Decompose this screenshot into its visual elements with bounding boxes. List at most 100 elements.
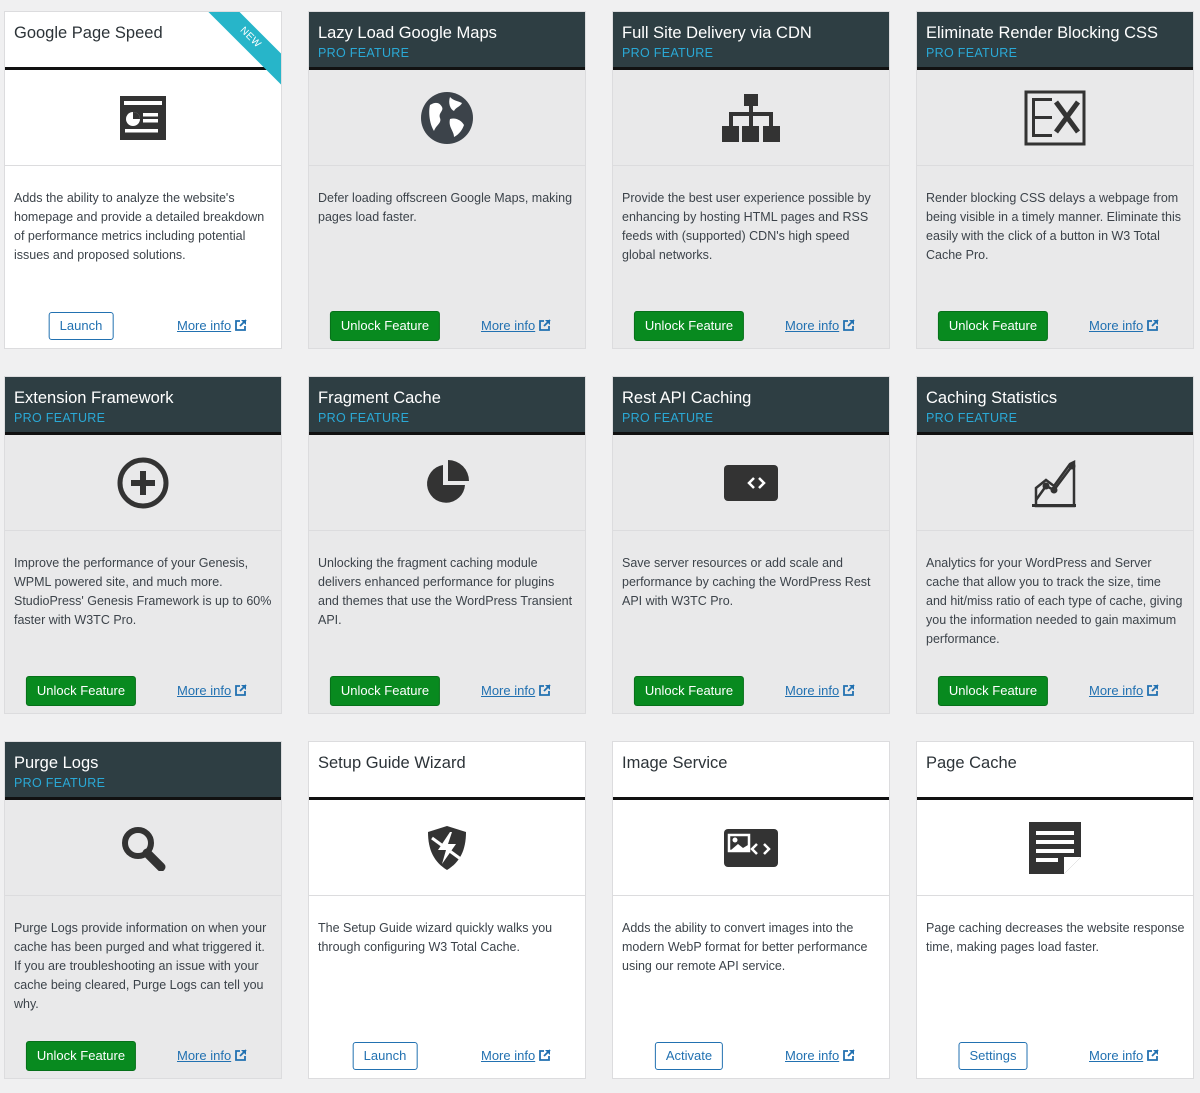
search-icon <box>120 825 166 871</box>
more-info-link[interactable]: More info <box>1089 1048 1159 1063</box>
image-code-icon <box>724 828 778 867</box>
extension-card-image-service: Image Service Adds the ability to convert… <box>612 741 890 1079</box>
more-info-label: More info <box>1089 318 1144 333</box>
card-title: Caching Statistics <box>926 389 1058 407</box>
more-info-link[interactable]: More info <box>481 1048 551 1063</box>
unlock-feature-button[interactable]: Unlock Feature <box>329 676 441 706</box>
pie-chart-icon <box>423 459 471 507</box>
unlock-feature-button[interactable]: Unlock Feature <box>25 676 137 706</box>
unlock-feature-button[interactable]: Unlock Feature <box>937 676 1049 706</box>
card-icon-area <box>613 435 889 531</box>
shield-icon <box>424 824 470 872</box>
card-header: Page Cache <box>917 742 1193 800</box>
card-icon-area <box>613 70 889 166</box>
external-link-icon <box>839 1048 855 1063</box>
more-info-link[interactable]: More info <box>177 1048 247 1063</box>
external-link-icon <box>231 1048 247 1063</box>
card-header: Rest API Caching PRO FEATURE <box>613 377 889 435</box>
more-info-link[interactable]: More info <box>785 318 855 333</box>
more-info-link[interactable]: More info <box>785 683 855 698</box>
network-icon <box>722 93 780 142</box>
card-icon-area <box>309 800 585 896</box>
card-description: The Setup Guide wizard quickly walks you… <box>318 921 553 954</box>
card-icon-area <box>613 800 889 896</box>
card-header: Eliminate Render Blocking CSS PRO FEATURE <box>917 12 1193 70</box>
card-description: Save server resources or add scale and p… <box>622 556 871 608</box>
card-description: Adds the ability to analyze the website'… <box>14 191 265 262</box>
card-title: Fragment Cache <box>318 389 441 407</box>
more-info-link[interactable]: More info <box>481 683 551 698</box>
more-info-link[interactable]: More info <box>481 318 551 333</box>
card-title: Image Service <box>622 754 728 772</box>
pro-feature-label: PRO FEATURE <box>926 46 1018 60</box>
pro-feature-label: PRO FEATURE <box>14 411 106 425</box>
more-info-label: More info <box>177 1048 232 1063</box>
card-title: Full Site Delivery via CDN <box>622 24 812 42</box>
more-info-link[interactable]: More info <box>177 318 247 333</box>
unlock-feature-button[interactable]: Unlock Feature <box>25 1041 137 1071</box>
new-badge-label: NEW <box>205 12 281 85</box>
card-header: Purge Logs PRO FEATURE <box>5 742 281 800</box>
launch-button[interactable]: Launch <box>352 1042 418 1070</box>
card-title: Lazy Load Google Maps <box>318 24 497 42</box>
card-header: Full Site Delivery via CDN PRO FEATURE <box>613 12 889 70</box>
more-info-label: More info <box>481 683 536 698</box>
card-icon-area <box>309 70 585 166</box>
card-icon-area <box>5 435 281 531</box>
more-info-link[interactable]: More info <box>177 683 247 698</box>
extension-card-fragment-cache: Fragment Cache PRO FEATURE Unlocking the f… <box>308 376 586 714</box>
more-info-label: More info <box>177 318 232 333</box>
card-title: Eliminate Render Blocking CSS <box>926 24 1159 42</box>
card-header: Extension Framework PRO FEATURE <box>5 377 281 435</box>
card-title: Page Cache <box>926 754 1017 772</box>
card-actions: Unlock Feature More info <box>309 310 585 342</box>
external-link-icon <box>535 683 551 698</box>
card-description: Improve the performance of your Genesis,… <box>14 556 272 627</box>
more-info-link[interactable]: More info <box>1089 318 1159 333</box>
card-icon-area <box>5 800 281 896</box>
page-speed-icon <box>119 94 167 142</box>
card-icon-area <box>917 70 1193 166</box>
more-info-link[interactable]: More info <box>1089 683 1159 698</box>
card-description: Defer loading offscreen Google Maps, mak… <box>318 191 573 224</box>
more-info-label: More info <box>1089 1048 1144 1063</box>
card-description: Page caching decreases the website respo… <box>926 921 1185 954</box>
card-icon-area <box>309 435 585 531</box>
unlock-feature-button[interactable]: Unlock Feature <box>633 311 745 341</box>
card-header: Image Service <box>613 742 889 800</box>
render-blocking-icon <box>1024 90 1086 146</box>
card-icon-area <box>917 800 1193 896</box>
card-description: Adds the ability to convert images into … <box>622 921 868 973</box>
card-icon-area <box>917 435 1193 531</box>
more-info-label: More info <box>785 318 840 333</box>
pro-feature-label: PRO FEATURE <box>622 411 714 425</box>
pro-feature-label: PRO FEATURE <box>14 776 106 790</box>
launch-button[interactable]: Launch <box>48 312 114 340</box>
card-description: Render blocking CSS delays a webpage fro… <box>926 191 1181 262</box>
external-link-icon <box>1143 1048 1159 1063</box>
extension-card-lazy-load-google-maps: Lazy Load Google Maps PRO FEATURE Defer lo… <box>308 11 586 349</box>
card-title: Rest API Caching <box>622 389 752 407</box>
unlock-feature-button[interactable]: Unlock Feature <box>937 311 1049 341</box>
card-title: Extension Framework <box>14 389 174 407</box>
external-link-icon <box>231 683 247 698</box>
external-link-icon <box>1143 318 1159 333</box>
card-actions: Activate More info <box>613 1040 889 1072</box>
code-block-icon <box>724 464 778 501</box>
unlock-feature-button[interactable]: Unlock Feature <box>329 311 441 341</box>
card-actions: Launch More info <box>309 1040 585 1072</box>
new-badge: NEW <box>205 12 281 88</box>
external-link-icon <box>839 318 855 333</box>
settings-button[interactable]: Settings <box>958 1042 1028 1070</box>
activate-button[interactable]: Activate <box>654 1042 724 1070</box>
more-info-link[interactable]: More info <box>785 1048 855 1063</box>
card-description: Analytics for your WordPress and Server … <box>926 556 1183 646</box>
pro-feature-label: PRO FEATURE <box>318 46 410 60</box>
card-actions: Unlock Feature More info <box>917 675 1193 707</box>
pro-feature-label: PRO FEATURE <box>926 411 1018 425</box>
more-info-label: More info <box>481 1048 536 1063</box>
extension-card-purge-logs: Purge Logs PRO FEATURE Purge Logs provide … <box>4 741 282 1079</box>
external-link-icon <box>1143 683 1159 698</box>
unlock-feature-button[interactable]: Unlock Feature <box>633 676 745 706</box>
card-actions: Unlock Feature More info <box>613 310 889 342</box>
